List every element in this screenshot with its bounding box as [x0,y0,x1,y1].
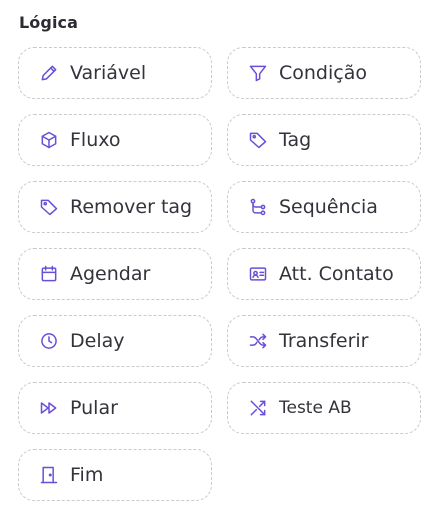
block-variavel-button[interactable]: Variável [18,47,212,99]
block-label: Variável [70,62,147,84]
door-exit-icon [39,465,59,485]
block-condicao-button[interactable]: Condição [227,47,421,99]
contact-card-icon [248,264,268,284]
block-att-contato-button[interactable]: Att. Contato [227,248,421,300]
tag-remove-icon [39,197,59,217]
block-label: Teste AB [279,398,352,418]
block-fim-button[interactable]: Fim [18,449,212,501]
fast-forward-icon [39,398,59,418]
clock-icon [39,331,59,351]
shuffle-icon [248,331,268,351]
calendar-icon [39,264,59,284]
block-teste-ab-button[interactable]: Teste AB [227,382,421,434]
block-label: Fim [70,464,104,486]
tag-icon [248,130,268,150]
block-label: Delay [70,330,125,352]
block-label: Fluxo [70,129,121,151]
block-label: Agendar [70,263,151,285]
block-agendar-button[interactable]: Agendar [18,248,212,300]
block-label: Transferir [279,330,369,352]
box-icon [39,130,59,150]
block-remover-tag-button[interactable]: Remover tag [18,181,212,233]
block-label: Remover tag [70,196,193,218]
sequence-icon [248,197,268,217]
block-pular-button[interactable]: Pular [18,382,212,434]
block-label: Condição [279,62,367,84]
block-sequencia-button[interactable]: Sequência [227,181,421,233]
ab-test-icon [248,398,268,418]
section-title: Lógica [19,13,79,32]
block-tag-button[interactable]: Tag [227,114,421,166]
logic-blocks-grid: Variável Condição Fluxo Tag Remover tag … [18,47,421,501]
block-transferir-button[interactable]: Transferir [227,315,421,367]
block-label: Tag [279,129,312,151]
block-delay-button[interactable]: Delay [18,315,212,367]
filter-icon [248,63,268,83]
block-label: Att. Contato [279,263,394,285]
block-fluxo-button[interactable]: Fluxo [18,114,212,166]
block-label: Pular [70,397,118,419]
pencil-icon [39,63,59,83]
block-label: Sequência [279,196,378,218]
